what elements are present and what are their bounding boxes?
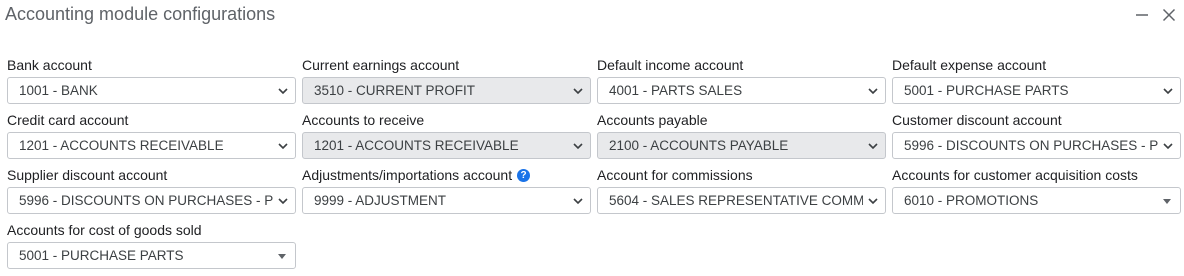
- caret-down-icon: [1163, 199, 1171, 204]
- account-select[interactable]: 5996 - DISCOUNTS ON PURCHASES - PR: [892, 132, 1181, 159]
- field-label-text: Accounts to receive: [302, 112, 425, 128]
- caret-down-icon: [278, 254, 286, 259]
- field-label: Current earnings account: [302, 56, 591, 74]
- field-label: Supplier discount account: [7, 166, 296, 184]
- field-label-text: Account for commissions: [597, 167, 753, 183]
- field-label: Account for commissions: [597, 166, 886, 184]
- field-label: Accounts for customer acquisition costs: [892, 166, 1181, 184]
- minimize-icon: [1136, 14, 1148, 16]
- select-value: 1001 - BANK: [19, 83, 98, 98]
- chevron-down-icon: [868, 143, 878, 150]
- chevron-down-icon: [573, 88, 583, 95]
- field-customer-discount-account: Customer discount account 5996 - DISCOUNT…: [892, 111, 1181, 166]
- chevron-down-icon: [1163, 88, 1173, 95]
- select-value: 5001 - PURCHASE PARTS: [19, 248, 184, 263]
- select-value: 5996 - DISCOUNTS ON PURCHASES - PR: [904, 138, 1158, 153]
- field-label-text: Default income account: [597, 57, 744, 73]
- field-label: Accounts to receive: [302, 111, 591, 129]
- field-label: Accounts for cost of goods sold: [7, 221, 296, 239]
- chevron-down-icon: [868, 198, 878, 205]
- account-select[interactable]: 5604 - SALES REPRESENTATIVE COMMIS: [597, 187, 886, 214]
- chevron-down-icon: [278, 88, 288, 95]
- field-label-text: Customer discount account: [892, 112, 1062, 128]
- field-label-text: Bank account: [7, 57, 92, 73]
- select-value: 5604 - SALES REPRESENTATIVE COMMIS: [609, 193, 863, 208]
- field-current-earnings-account: Current earnings account 3510 - CURRENT P…: [302, 56, 591, 111]
- select-value: 1201 - ACCOUNTS RECEIVABLE: [314, 138, 519, 153]
- select-value: 5001 - PURCHASE PARTS: [904, 83, 1069, 98]
- field-credit-card-account: Credit card account 1201 - ACCOUNTS RECEI…: [7, 111, 296, 166]
- field-label-text: Current earnings account: [302, 57, 460, 73]
- select-value: 2100 - ACCOUNTS PAYABLE: [609, 138, 789, 153]
- field-accounts-for-customer-acquisition-costs: Accounts for customer acquisition costs 6…: [892, 166, 1181, 221]
- field-default-income-account: Default income account 4001 - PARTS SALES: [597, 56, 886, 111]
- dialog-title: Accounting module configurations: [5, 4, 276, 24]
- chevron-down-icon: [573, 143, 583, 150]
- field-label-text: Supplier discount account: [7, 167, 168, 183]
- minimize-button[interactable]: [1131, 4, 1153, 26]
- field-label: Default income account: [597, 56, 886, 74]
- field-label-text: Credit card account: [7, 112, 129, 128]
- field-label: Credit card account: [7, 111, 296, 129]
- account-config-form: Bank account 1001 - BANK Current earnings …: [7, 56, 1181, 276]
- field-label: Default expense account: [892, 56, 1181, 74]
- field-label-text: Adjustments/importations account: [302, 167, 513, 183]
- field-label: Accounts payable: [597, 111, 886, 129]
- field-label: Adjustments/importations account?: [302, 166, 591, 184]
- field-account-for-commissions: Account for commissions 5604 - SALES REPR…: [597, 166, 886, 221]
- chevron-down-icon: [1163, 143, 1173, 150]
- dialog-header: Accounting module configurations: [0, 0, 1184, 32]
- chevron-down-icon: [573, 198, 583, 205]
- account-select: 3510 - CURRENT PROFIT: [302, 77, 591, 104]
- account-select[interactable]: 5001 - PURCHASE PARTS: [892, 77, 1181, 104]
- field-label-text: Accounts for customer acquisition costs: [892, 167, 1138, 183]
- field-accounts-for-cost-of-goods-sold: Accounts for cost of goods sold 5001 - PU…: [7, 221, 296, 276]
- account-select[interactable]: 9999 - ADJUSTMENT: [302, 187, 591, 214]
- close-icon: [1162, 8, 1176, 22]
- chevron-down-icon: [278, 143, 288, 150]
- account-select[interactable]: 1001 - BANK: [7, 77, 296, 104]
- select-value: 6010 - PROMOTIONS: [904, 193, 1039, 208]
- account-select: 1201 - ACCOUNTS RECEIVABLE: [302, 132, 591, 159]
- field-default-expense-account: Default expense account 5001 - PURCHASE P…: [892, 56, 1181, 111]
- account-select[interactable]: 6010 - PROMOTIONS: [892, 187, 1181, 214]
- select-value: 4001 - PARTS SALES: [609, 83, 743, 98]
- field-label: Bank account: [7, 56, 296, 74]
- field-supplier-discount-account: Supplier discount account 5996 - DISCOUNT…: [7, 166, 296, 221]
- chevron-down-icon: [278, 198, 288, 205]
- account-select[interactable]: 1201 - ACCOUNTS RECEIVABLE: [7, 132, 296, 159]
- field-label: Customer discount account: [892, 111, 1181, 129]
- close-button[interactable]: [1158, 4, 1180, 26]
- field-accounts-to-receive: Accounts to receive 1201 - ACCOUNTS RECEI…: [302, 111, 591, 166]
- select-value: 1201 - ACCOUNTS RECEIVABLE: [19, 138, 224, 153]
- select-value: 3510 - CURRENT PROFIT: [314, 83, 476, 98]
- account-select[interactable]: 4001 - PARTS SALES: [597, 77, 886, 104]
- select-value: 5996 - DISCOUNTS ON PURCHASES - PR: [19, 193, 273, 208]
- field-accounts-payable: Accounts payable 2100 - ACCOUNTS PAYABLE: [597, 111, 886, 166]
- field-label-text: Default expense account: [892, 57, 1047, 73]
- account-select: 2100 - ACCOUNTS PAYABLE: [597, 132, 886, 159]
- question-circle-icon[interactable]: ?: [517, 168, 531, 182]
- field-label-text: Accounts payable: [597, 112, 708, 128]
- field-bank-account: Bank account 1001 - BANK: [7, 56, 296, 111]
- account-select[interactable]: 5996 - DISCOUNTS ON PURCHASES - PR: [7, 187, 296, 214]
- select-value: 9999 - ADJUSTMENT: [314, 193, 447, 208]
- chevron-down-icon: [868, 88, 878, 95]
- account-select[interactable]: 5001 - PURCHASE PARTS: [7, 242, 296, 269]
- field-adjustments-importations-account: Adjustments/importations account? 9999 - …: [302, 166, 591, 221]
- field-label-text: Accounts for cost of goods sold: [7, 222, 202, 238]
